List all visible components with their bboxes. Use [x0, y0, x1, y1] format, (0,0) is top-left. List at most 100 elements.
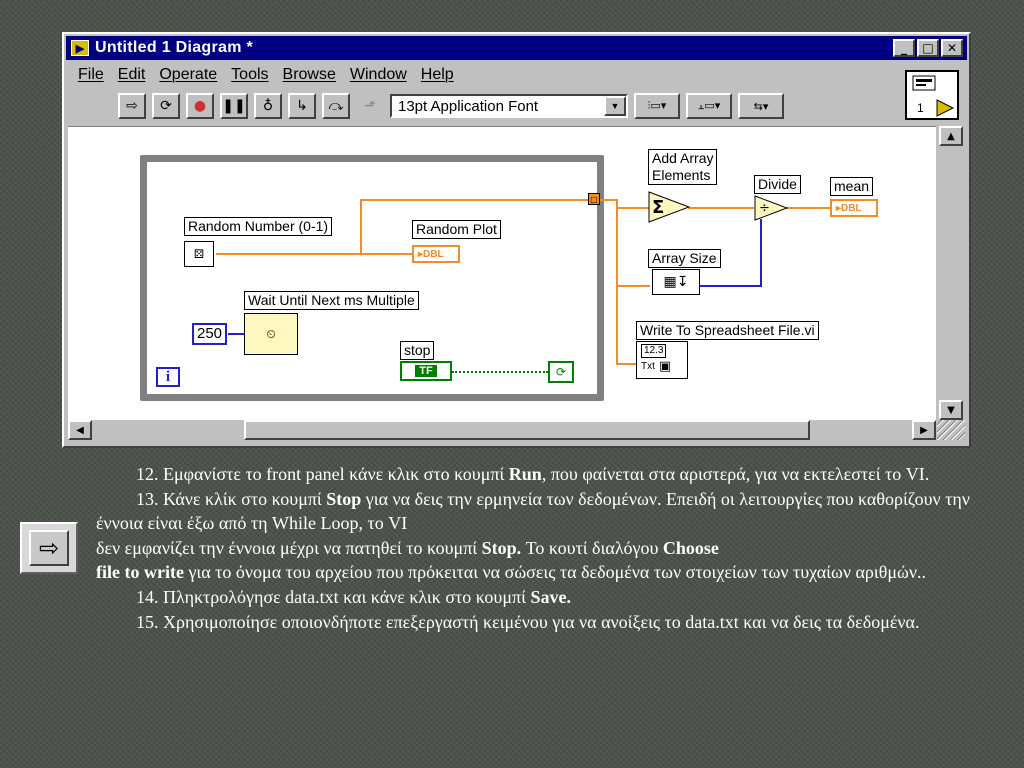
wire-to-write-file	[616, 363, 638, 365]
menu-file[interactable]: File	[78, 66, 104, 88]
menu-help[interactable]: Help	[421, 66, 454, 88]
sum-icon: Σ	[652, 197, 664, 218]
lightbulb-icon: ♁	[262, 98, 274, 114]
title-bar[interactable]: ▶ Untitled 1 Diagram * _ □ ✕	[66, 36, 967, 60]
distribute-icon: ⫠▭▾	[697, 99, 721, 112]
instruction-13: 13. Κάνε κλίκ στο κουμπί Stop για να δει…	[96, 488, 970, 583]
run-continuously-button[interactable]: ⟳	[152, 93, 180, 119]
stop-terminal[interactable]: TF	[400, 361, 452, 381]
wait-constant[interactable]: 250	[192, 323, 228, 345]
menu-window[interactable]: Window	[350, 66, 407, 88]
metronome-icon[interactable]: ⏲	[244, 313, 298, 355]
wire-size-to-divide	[700, 285, 762, 287]
vertical-scrollbar[interactable]: ▲ ▼	[937, 126, 965, 422]
instruction-12: 12. Εμφανίστε το front panel κάνε κλικ σ…	[136, 464, 930, 484]
block-diagram[interactable]: Random Number (0-1) ⚄ Random Plot ▸ DBL W…	[68, 126, 936, 422]
align-objects-button[interactable]: ⫶▭▾	[634, 93, 680, 119]
random-plot-indicator[interactable]: ▸ DBL	[412, 245, 460, 263]
menu-tools[interactable]: Tools	[231, 66, 268, 88]
pause-icon: ❚❚	[222, 98, 246, 114]
array-size-icon[interactable]: ▦↧	[652, 269, 700, 295]
mean-indicator[interactable]: ▸ DBL	[830, 199, 878, 217]
maximize-button[interactable]: □	[917, 39, 939, 57]
loop-tunnel[interactable]: □	[588, 193, 600, 205]
menu-bar: File Edit Operate Tools Browse Window He…	[68, 66, 454, 88]
while-loop[interactable]	[140, 155, 604, 401]
run-arrow-icon: ⇨	[126, 98, 138, 114]
add-array-node[interactable]: Σ	[648, 191, 691, 223]
vi-icon[interactable]: 1	[905, 70, 959, 120]
write-file-label: Write To Spreadsheet File.vi	[636, 321, 819, 340]
instruction-14: 14. Πληκτρολόγησε data.txt και κάνε κλικ…	[136, 586, 571, 607]
font-dropdown-value: 13pt Application Font	[398, 97, 539, 115]
scroll-down-button[interactable]: ▼	[939, 400, 963, 420]
minimize-button[interactable]: _	[893, 39, 915, 57]
resize-grip-icon[interactable]	[937, 420, 965, 440]
instruction-15: 15. Χρησιμοποίησε οποιονδήποτε επεξεργασ…	[136, 611, 920, 632]
distribute-objects-button[interactable]: ⫠▭▾	[686, 93, 732, 119]
reorder-icon: ⇆▾	[753, 99, 769, 113]
iteration-terminal[interactable]: i	[156, 367, 180, 387]
horizontal-scroll-thumb[interactable]	[244, 420, 810, 440]
random-plot-label: Random Plot	[412, 220, 501, 239]
chevron-down-icon: ▼	[604, 96, 626, 116]
step-out-button[interactable]: ⬏	[356, 93, 384, 119]
horizontal-scrollbar[interactable]: ◀ ▶	[68, 420, 936, 440]
loop-condition-icon[interactable]: ⟳	[548, 361, 574, 383]
stop-label: stop	[400, 341, 435, 360]
wire-sum-to-divide	[688, 207, 754, 209]
run-arrow-icon: ⇨	[29, 530, 69, 566]
run-button-illustration: ⇨	[20, 522, 78, 574]
vertical-scroll-thumb[interactable]	[939, 148, 963, 176]
run-continuously-icon: ⟳	[160, 98, 172, 114]
scroll-up-button[interactable]: ▲	[939, 126, 963, 146]
run-button[interactable]: ⇨	[118, 93, 146, 119]
wire-to-add-array	[616, 207, 650, 209]
floppy-disk-icon: ▣	[658, 359, 672, 374]
spreadsheet-txt-icon: Txt	[641, 361, 655, 372]
menu-operate[interactable]: Operate	[159, 66, 217, 88]
abort-button[interactable]: ●	[186, 93, 214, 119]
stop-circle-icon: ●	[193, 98, 207, 114]
random-plot-type: DBL	[423, 248, 444, 260]
pause-button[interactable]: ❚❚	[220, 93, 248, 119]
step-over-button[interactable]: ⤼	[322, 93, 350, 119]
mean-label: mean	[830, 177, 874, 196]
write-file-node[interactable]: 12.3 Txt ▣	[636, 341, 688, 379]
menu-browse[interactable]: Browse	[283, 66, 336, 88]
mean-type: DBL	[841, 202, 862, 214]
window-title: Untitled 1 Diagram *	[95, 39, 254, 56]
wait-label: Wait Until Next ms Multiple	[244, 291, 419, 310]
step-into-button[interactable]: ↳	[288, 93, 316, 119]
step-out-icon: ⬏	[364, 98, 376, 114]
step-into-icon: ↳	[296, 98, 308, 114]
divide-node[interactable]: ÷	[754, 195, 789, 221]
scroll-right-button[interactable]: ▶	[912, 420, 936, 440]
wire-divide-to-mean	[786, 207, 832, 209]
wire-size-vertical	[760, 219, 762, 287]
reorder-button[interactable]: ⇆▾	[738, 93, 784, 119]
wire-random-number-out	[216, 253, 416, 255]
spreadsheet-format-icon: 12.3	[641, 344, 667, 358]
labview-diagram-icon: ▶	[71, 40, 89, 56]
close-button[interactable]: ✕	[941, 39, 963, 57]
font-dropdown[interactable]: 13pt Application Font ▼	[390, 94, 628, 118]
toolbar: ⇨ ⟳ ● ❚❚ ♁ ↳ ⤼ ⬏ 13pt Application Font ▼…	[118, 92, 784, 120]
stop-terminal-label: TF	[415, 365, 437, 377]
instructions: 12. Εμφανίστε το front panel κάνε κλικ σ…	[96, 462, 986, 634]
wire-tunnel-vertical	[616, 199, 618, 365]
scroll-left-button[interactable]: ◀	[68, 420, 92, 440]
divide-icon: ÷	[759, 201, 770, 216]
divide-label: Divide	[754, 175, 801, 194]
highlight-execution-button[interactable]: ♁	[254, 93, 282, 119]
menu-edit[interactable]: Edit	[118, 66, 146, 88]
vi-icon-label: 1	[917, 101, 924, 115]
labview-diagram-window: ▶ Untitled 1 Diagram * _ □ ✕ File Edit O…	[62, 32, 971, 448]
wire-boolean	[452, 371, 548, 373]
add-array-label: Add Array Elements	[648, 149, 718, 185]
dice-icon[interactable]: ⚄	[184, 241, 214, 267]
step-over-icon: ⤼	[328, 98, 344, 114]
wire-random-vertical	[360, 199, 362, 255]
align-icon: ⫶▭▾	[647, 99, 667, 112]
wire-random-to-tunnel	[360, 199, 592, 201]
